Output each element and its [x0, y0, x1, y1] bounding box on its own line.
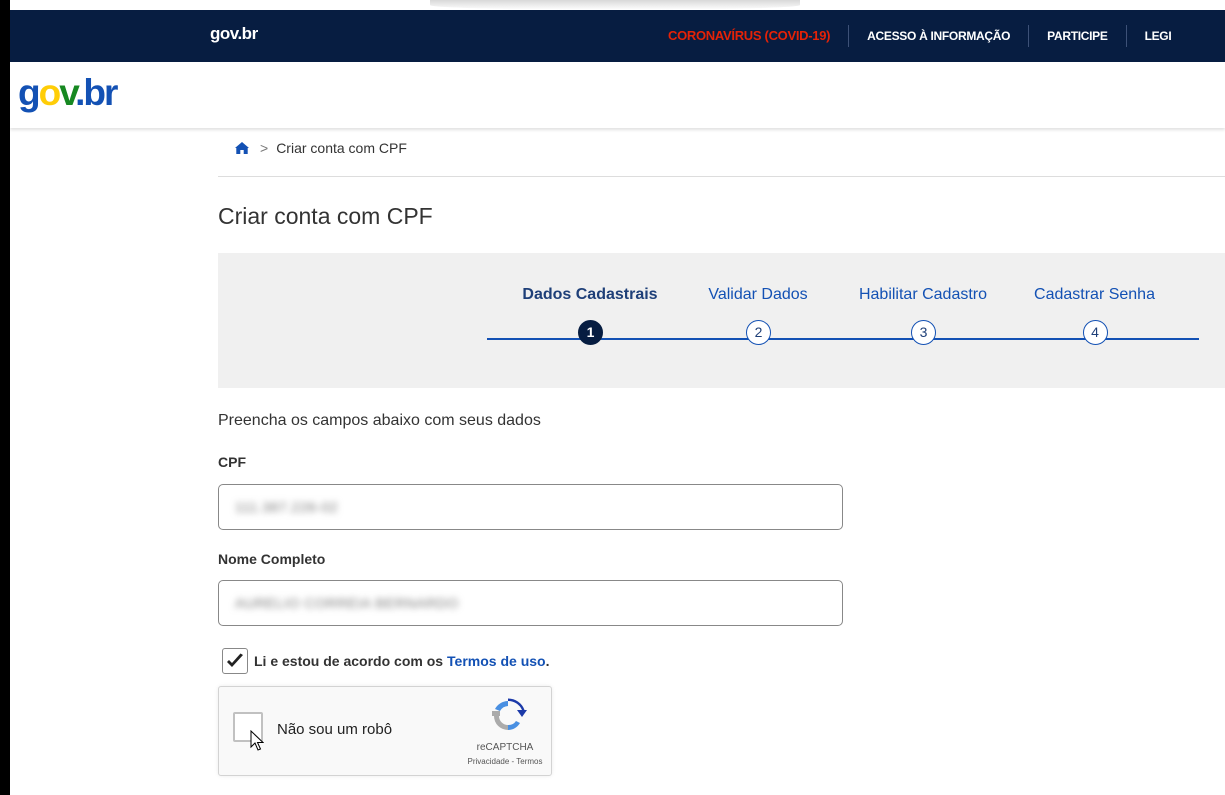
recaptcha-brand: reCAPTCHA [476, 742, 534, 753]
nav-link-legislacao[interactable]: LEGI [1127, 25, 1190, 47]
nome-completo-value: AURELIO CORREIA BERNARDO [235, 595, 459, 611]
top-bar: gov.br CORONAVÍRUS (COVID-19) ACESSO À I… [10, 10, 1225, 62]
govbr-logo[interactable]: gov.br [18, 73, 118, 113]
nome-completo-input[interactable]: AURELIO CORREIA BERNARDO [218, 580, 843, 626]
topbar-nav: CORONAVÍRUS (COVID-19) ACESSO À INFORMAÇ… [650, 10, 1189, 62]
terms-suffix: . [545, 653, 550, 669]
breadcrumb-separator: > [260, 140, 269, 156]
nav-link-participe[interactable]: PARTICIPE [1029, 25, 1125, 47]
step-number: 3 [911, 320, 936, 345]
nome-completo-label: Nome Completo [218, 551, 326, 567]
topbar-logo[interactable]: gov.br [210, 24, 258, 44]
top-shadow [430, 0, 800, 10]
site-header: gov.br [10, 62, 1225, 128]
step-habilitar-cadastro: Habilitar Cadastro 3 [843, 286, 1003, 345]
topbar-logo-text: gov.br [210, 24, 258, 43]
step-validar-dados: Validar Dados 2 [690, 286, 826, 345]
nav-link-acesso-informacao[interactable]: ACESSO À INFORMAÇÃO [849, 25, 1028, 47]
step-label: Validar Dados [708, 286, 808, 303]
terms-checkbox[interactable] [222, 648, 248, 674]
breadcrumb: > Criar conta com CPF [234, 140, 407, 156]
step-number: 2 [746, 320, 771, 345]
nav-link-coronavirus[interactable]: CORONAVÍRUS (COVID-19) [650, 25, 848, 47]
cpf-label: CPF [218, 454, 246, 470]
recaptcha-widget: Não sou um robô reCAPTCHA Privacidade - … [218, 686, 552, 776]
terms-link[interactable]: Termos de uso [447, 653, 546, 669]
terms-text: Li e estou de acordo com os [254, 653, 444, 669]
step-number: 1 [578, 320, 603, 345]
step-label: Cadastrar Senha [1034, 286, 1155, 303]
step-dados-cadastrais: Dados Cadastrais 1 [515, 286, 665, 345]
mouse-cursor-icon [250, 730, 264, 751]
recaptcha-links[interactable]: Privacidade - Termos [455, 757, 555, 766]
step-number: 4 [1082, 320, 1108, 345]
recaptcha-logo-icon [492, 698, 527, 730]
frame-left-edge [0, 0, 10, 795]
form-intro: Preencha os campos abaixo com seus dados [218, 412, 541, 429]
page-title: Criar conta com CPF [218, 203, 433, 229]
breadcrumb-current: Criar conta com CPF [276, 140, 407, 156]
cpf-input[interactable]: 111.387.226-02 [218, 484, 843, 530]
recaptcha-label: Não sou um robô [277, 721, 393, 738]
checkmark-icon [227, 653, 243, 667]
step-label: Habilitar Cadastro [858, 286, 988, 303]
breadcrumb-divider [218, 176, 1225, 177]
cpf-value: 111.387.226-02 [235, 499, 339, 515]
terms-agreement: Li e estou de acordo com os Termos de us… [222, 648, 549, 674]
home-icon[interactable] [234, 141, 250, 155]
step-label: Dados Cadastrais [522, 286, 658, 303]
step-cadastrar-senha: Cadastrar Senha 4 [1022, 286, 1167, 345]
stepper: Dados Cadastrais 1 Validar Dados 2 Habil… [218, 253, 1225, 388]
